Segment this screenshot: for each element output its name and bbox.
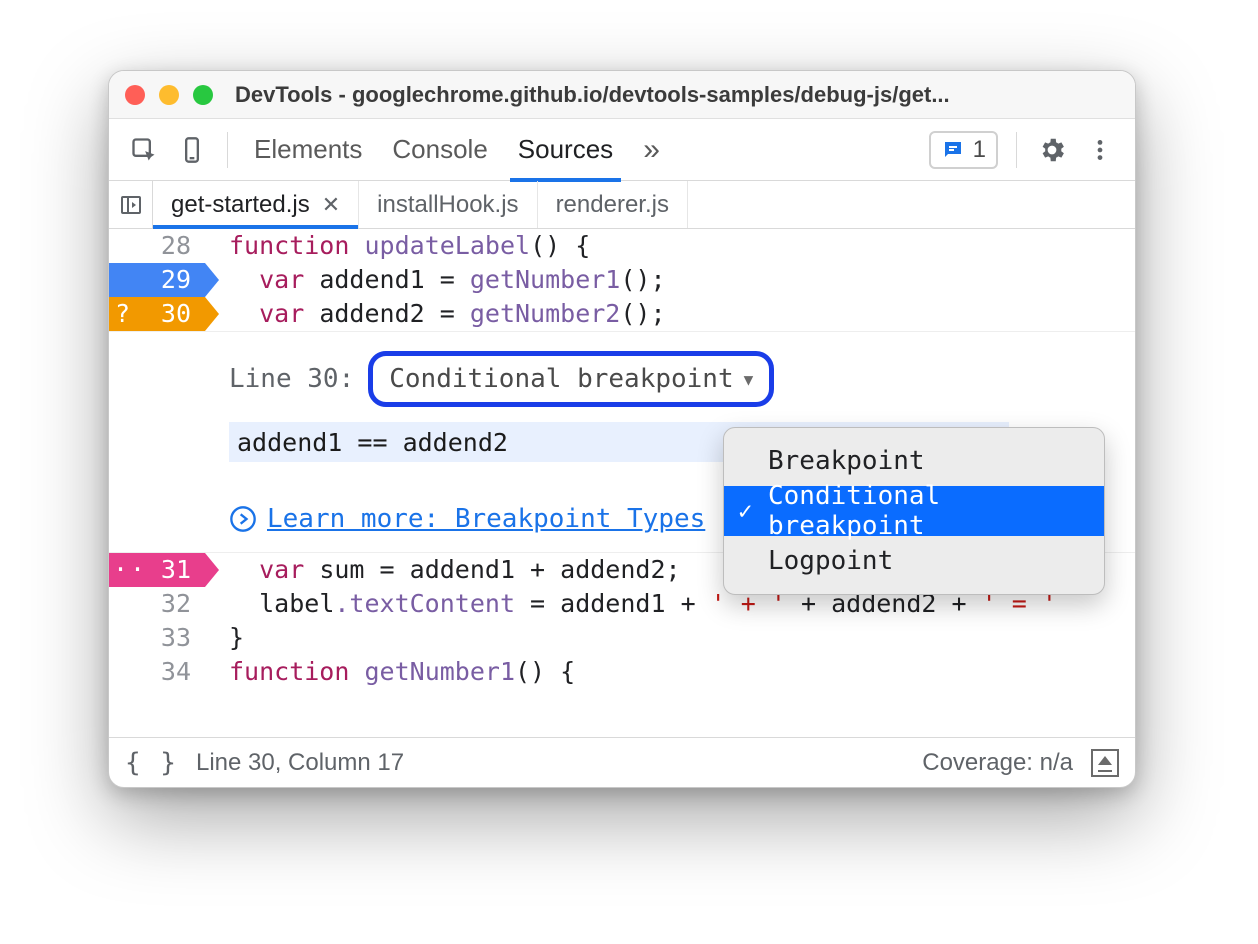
line-number[interactable]: 28 [109,229,205,263]
breakpoint-marker-logpoint[interactable]: ··31 [109,553,205,587]
breakpoint-line-label: Line 30: [229,364,354,394]
file-tab-label: renderer.js [556,191,669,219]
line-number[interactable]: 33 [109,621,205,655]
tab-elements[interactable]: Elements [246,134,370,165]
close-tab-icon[interactable]: ✕ [322,192,340,218]
separator [227,132,228,168]
settings-icon[interactable] [1035,133,1069,167]
popup-option-breakpoint[interactable]: Breakpoint [724,436,1104,486]
file-tab-label: installHook.js [377,191,518,219]
code-text: function getNumber1() { [205,655,575,689]
kebab-menu-icon[interactable] [1083,133,1117,167]
coverage-status: Coverage: n/a [922,749,1073,777]
code-text: var sum = addend1 + addend2; [205,553,681,587]
show-drawer-icon[interactable] [1091,749,1119,777]
breakpoint-marker-blue[interactable]: 29 [109,263,205,297]
code-text: function updateLabel() { [205,229,590,263]
breakpoint-type-popup: Breakpoint Conditional breakpoint Logpoi… [723,427,1105,595]
file-tab[interactable]: installHook.js [359,181,537,228]
tab-sources[interactable]: Sources [510,134,621,165]
popup-option-conditional[interactable]: Conditional breakpoint [724,486,1104,536]
popup-option-logpoint[interactable]: Logpoint [724,536,1104,586]
arrow-right-circle-icon [229,505,257,533]
learn-more-text: Learn more: Breakpoint Types [267,504,705,534]
issues-count: 1 [973,136,986,164]
close-window-button[interactable] [125,85,145,105]
cursor-position: Line 30, Column 17 [196,749,404,777]
chevron-down-icon: ▼ [744,370,754,389]
breakpoint-type-value: Conditional breakpoint [389,364,733,394]
window-controls [125,85,213,105]
code-text: } [205,621,244,655]
line-number[interactable]: 32 [109,587,205,621]
code-text: var addend1 = getNumber1(); [205,263,666,297]
window-title: DevTools - googlechrome.github.io/devtoo… [235,82,950,108]
pretty-print-icon[interactable]: { } [125,748,178,778]
file-tab-active[interactable]: get-started.js ✕ [153,181,359,228]
inspect-element-icon[interactable] [127,133,161,167]
status-bar: { } Line 30, Column 17 Coverage: n/a [109,737,1135,787]
devtools-window: DevTools - googlechrome.github.io/devtoo… [108,70,1136,788]
minimize-window-button[interactable] [159,85,179,105]
device-toolbar-icon[interactable] [175,133,209,167]
breakpoint-type-select[interactable]: Conditional breakpoint ▼ [368,351,774,407]
panel-tabs: Elements Console Sources » 1 [109,119,1135,181]
more-tabs-button[interactable]: » [635,133,668,167]
tab-console[interactable]: Console [384,134,495,165]
file-tab[interactable]: renderer.js [538,181,688,228]
navigator-toggle-icon[interactable] [109,181,153,228]
issues-icon [941,138,965,162]
line-number[interactable]: 34 [109,655,205,689]
code-editor[interactable]: 28 function updateLabel() { 29 var adden… [109,229,1135,737]
file-tab-label: get-started.js [171,191,310,219]
window-titlebar: DevTools - googlechrome.github.io/devtoo… [109,71,1135,119]
maximize-window-button[interactable] [193,85,213,105]
breakpoint-marker-conditional[interactable]: ?30 [109,297,205,331]
issues-button[interactable]: 1 [929,131,998,169]
file-tabs: get-started.js ✕ installHook.js renderer… [109,181,1135,229]
separator [1016,132,1017,168]
code-text: var addend2 = getNumber2(); [205,297,666,331]
